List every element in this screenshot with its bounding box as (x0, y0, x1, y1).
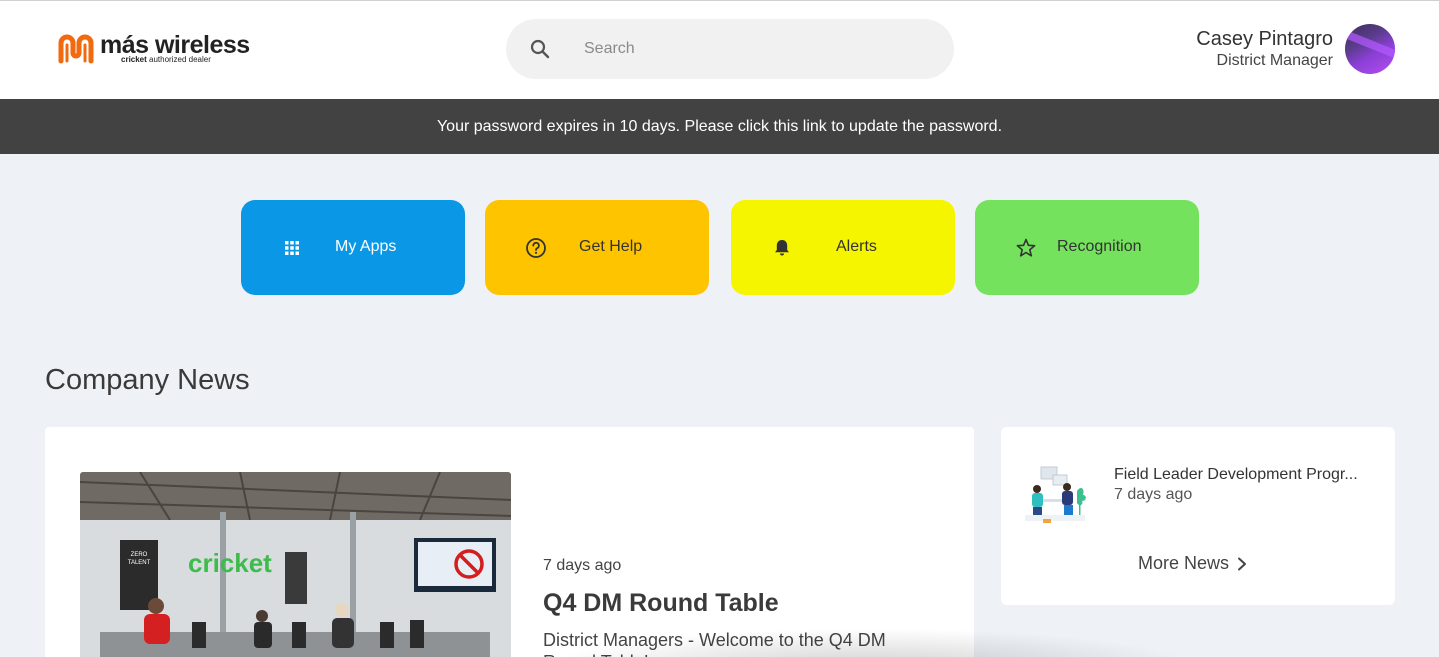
help-circle-icon (526, 238, 546, 258)
more-news-link[interactable]: More News (1138, 553, 1247, 574)
recognition-label: Recognition (1057, 238, 1142, 255)
banner-text[interactable]: Your password expires in 10 days. Please… (437, 118, 1002, 136)
search-bar[interactable] (506, 19, 954, 79)
company-news-heading: Company News (45, 364, 250, 396)
search-input[interactable] (584, 37, 924, 61)
image-brand-sign: cricket (188, 548, 272, 578)
star-icon (1016, 238, 1036, 257)
side-news-time: 7 days ago (1114, 486, 1193, 503)
featured-news-excerpt: District Managers - Welcome to the Q4 DM… (543, 630, 886, 657)
search-icon (530, 39, 550, 59)
side-news-title[interactable]: Field Leader Development Progr... (1114, 466, 1376, 484)
avatar[interactable] (1345, 24, 1395, 74)
user-name: Casey Pintagro (1196, 28, 1333, 50)
alerts-label: Alerts (836, 238, 877, 255)
featured-news-time: 7 days ago (543, 557, 622, 574)
side-news-card: Field Leader Development Progr... 7 days… (1001, 427, 1395, 605)
my-apps-tile[interactable]: My Apps (241, 200, 465, 295)
side-news-thumbnail[interactable] (1023, 463, 1091, 529)
mas-wireless-logo[interactable]: más wireless cricket authorized dealer (58, 31, 250, 65)
featured-news-image[interactable]: ZERO TALENT cricket (80, 472, 511, 657)
recognition-tile[interactable]: Recognition (975, 200, 1199, 295)
more-news-label: More News (1138, 553, 1230, 573)
logo-mark-icon (58, 34, 94, 64)
top-header: más wireless cricket authorized dealer C… (0, 0, 1439, 99)
featured-news-card[interactable]: ZERO TALENT cricket 7 days ago Q4 DM Rou… (45, 427, 974, 657)
alerts-tile[interactable]: Alerts (731, 200, 955, 295)
chevron-right-icon (1238, 557, 1247, 570)
get-help-tile[interactable]: Get Help (485, 200, 709, 295)
featured-news-title[interactable]: Q4 DM Round Table (543, 589, 779, 618)
poster-text-2: TALENT (128, 560, 151, 566)
get-help-label: Get Help (579, 238, 643, 255)
password-expiry-banner[interactable]: Your password expires in 10 days. Please… (0, 99, 1439, 154)
apps-grid-icon (285, 241, 299, 255)
bell-icon (775, 240, 789, 256)
user-info[interactable]: Casey Pintagro District Manager (1196, 27, 1333, 71)
user-role: District Manager (1216, 52, 1333, 69)
my-apps-label: My Apps (335, 238, 397, 255)
poster-text-1: ZERO (131, 552, 148, 558)
